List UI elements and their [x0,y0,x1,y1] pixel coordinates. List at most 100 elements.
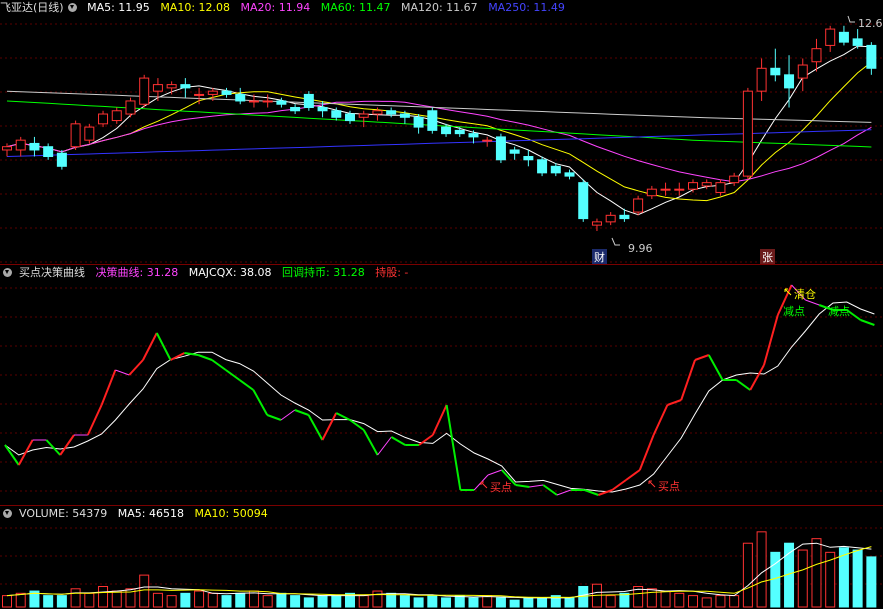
zhang-badge[interactable]: 张 [760,249,775,265]
decision-curve-segment [266,414,282,421]
volume-bar [495,597,506,608]
volume-bar [303,597,314,608]
candle-body [674,188,685,191]
volume-panel: VOLUME: 54379 MA5: 46518 MA10: 50094 [0,506,883,609]
decision-curve-segment [335,412,351,421]
indicator-panel: 买点决策曲线 决策曲线: 31.28 MAJCQX: 38.08 回调持币: 3… [0,265,883,506]
candle-body [811,48,822,63]
candle-body [756,67,767,92]
candle-body [180,84,191,89]
volume-bar [427,595,438,608]
volume-bar [605,595,616,608]
candle-body [413,116,424,128]
candle-body [564,172,575,177]
decision-curve-segment [390,436,406,446]
candle-body [84,126,95,141]
candle-body [98,113,109,125]
candle-body [482,139,493,142]
decision-curve-segment [280,409,296,421]
candle-body [633,198,644,213]
decision-curve-segment [225,369,241,381]
decision-curve-segment [749,364,765,391]
decision-curve-segment [694,354,710,361]
volume-bar [194,590,205,608]
cai-badge[interactable]: 财 [592,249,607,265]
candle-body [825,28,836,46]
volume-bar [537,597,548,608]
decision-curve-segment [542,484,558,496]
volume-bar [413,597,424,608]
volume-bar [660,590,671,608]
candle-body [276,100,287,105]
candle-body [605,214,616,223]
ma250-line [6,129,872,157]
indicator-chart[interactable] [0,265,883,506]
volume-bar [207,592,218,608]
candle-body [797,64,808,79]
volume-bar [715,595,726,608]
price-chart[interactable] [0,0,883,265]
decision-curve-segment [155,332,172,361]
candle-body [15,139,26,151]
candle-body [317,106,328,112]
volume-bar [564,597,575,608]
candle-body [784,74,795,89]
volume-bar [111,590,122,608]
candle-body [221,90,232,95]
candle-body [715,182,726,193]
volume-bar [756,531,767,608]
volume-bar [317,595,328,608]
decision-curve-segment [529,484,544,488]
vol-ma5-line [6,542,872,599]
decision-curve-segment [487,469,502,476]
candle-body [509,149,520,154]
candle-body [207,90,218,95]
candle-body [838,31,849,43]
buy-signal-1: 买点 [490,481,512,494]
volume-bar [262,595,273,608]
volume-bar [70,588,81,608]
decision-curve-segment [515,484,530,488]
reduce-signal-1: 减点 [783,305,805,318]
decision-curve-segment [556,489,571,496]
candle-body [111,110,122,122]
decision-curve-segment [735,379,751,391]
candle-body [358,113,369,118]
volume-bar [646,588,657,608]
volume-bar [454,595,465,608]
volume-chart[interactable] [0,506,883,609]
candle-body [70,123,81,148]
volume-bar [2,595,12,608]
buy-arrow-1 [480,481,488,489]
decision-curve-segment [17,439,34,466]
decision-curve-segment [667,399,682,406]
volume-bar [235,592,246,608]
volume-bar [619,592,630,608]
candle-body [125,100,136,115]
volume-bar [56,595,67,608]
volume-bar [84,592,95,608]
candle-body [578,182,589,220]
candle-body [770,67,781,76]
volume-bar [221,595,232,608]
candle-body [427,110,438,131]
volume-bar [152,592,163,608]
candle-body [646,188,657,197]
decision-curve-segment [680,359,696,401]
volume-bar [441,597,452,608]
price-panel: 飞亚达(日线) MA5: 11.95 MA10: 12.08 MA20: 11.… [0,0,883,265]
candle-body [468,133,479,138]
decision-curve-segment [252,389,269,416]
decision-curve-segment [652,404,669,436]
volume-bar [15,592,26,608]
candle-body [523,156,534,161]
volume-bar [742,542,753,608]
volume-bar [386,592,397,608]
candle-body [372,110,383,115]
high-price-label: 12.6 [858,17,883,30]
candle-body [591,221,602,226]
candle-body [441,126,452,135]
decision-curve-segment [239,379,254,391]
candle-body [866,44,877,69]
volume-bar [468,597,479,608]
